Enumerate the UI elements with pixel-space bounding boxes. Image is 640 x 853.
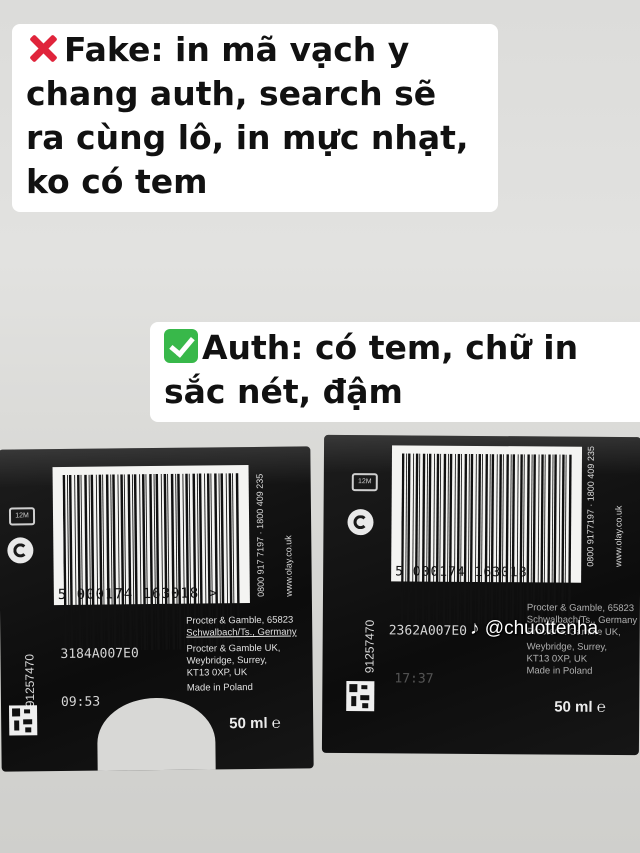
phone-numbers: 0800 9177197 · 1800 409 235 bbox=[585, 446, 597, 567]
side-code: 91257470 bbox=[362, 619, 377, 674]
qr-code bbox=[346, 681, 375, 712]
cross-mark-icon bbox=[26, 31, 60, 65]
time-code: 09:53 bbox=[60, 694, 101, 710]
address-line: Procter & Gamble UK, bbox=[186, 642, 281, 655]
address-line: Schwalbach/Ts., Germany bbox=[186, 626, 297, 639]
check-mark-icon bbox=[164, 329, 198, 363]
address-line: Procter & Gamble, 65823 bbox=[526, 602, 635, 615]
address-line: Weybridge, Surrey, bbox=[526, 641, 608, 653]
address-block: Procter & Gamble, 65823 Schwalbach/Ts., … bbox=[186, 615, 297, 695]
batch-code: 2362A007E0 bbox=[388, 623, 468, 639]
address-line: KT13 0XP, UK bbox=[526, 653, 588, 665]
recycle-icon bbox=[7, 537, 34, 564]
recycle-icon bbox=[347, 509, 374, 536]
barcode-panel: 5 000174 163018 > bbox=[52, 465, 250, 651]
qr-code bbox=[9, 705, 38, 736]
fake-caption-text: Fake: in mã vạch y chang auth, search sẽ… bbox=[26, 30, 469, 201]
batch-code: 3184A007E0 bbox=[60, 646, 139, 663]
website: www.olay.co.uk bbox=[283, 535, 294, 597]
volume-label: 50 ml ℮ bbox=[229, 714, 281, 733]
fake-box: 12M 5 000174 163018 > 0800 917 7197 · 18… bbox=[0, 446, 314, 772]
address-line: Made in Poland bbox=[526, 665, 593, 677]
address-block: Procter & Gamble, 65823 Schwalbach/Ts., … bbox=[526, 602, 637, 678]
barcode-bars bbox=[400, 453, 572, 625]
tiktok-watermark: ♪ @chuottenha bbox=[470, 618, 599, 639]
website: www.olay.co.uk bbox=[613, 505, 624, 567]
pao-jar-icon: 12M bbox=[351, 473, 378, 492]
address-line: Made in Poland bbox=[186, 681, 253, 694]
auth-box: 12M 5 000174 163018 0800 9177197 · 1800 … bbox=[321, 434, 640, 756]
auth-caption-text: Auth: có tem, chữ in sắc nét, đậm bbox=[164, 328, 579, 411]
time-code: 17:37 bbox=[394, 671, 434, 687]
volume-label: 50 ml ℮ bbox=[554, 698, 606, 716]
barcode-number: 5 000174 163018 > bbox=[57, 585, 219, 604]
watermark-handle: @chuottenha bbox=[484, 618, 599, 639]
fake-caption: Fake: in mã vạch y chang auth, search sẽ… bbox=[12, 24, 498, 212]
side-code: 91257470 bbox=[22, 653, 38, 708]
auth-caption: Auth: có tem, chữ in sắc nét, đậm bbox=[150, 322, 640, 422]
address-line: KT13 0XP, UK bbox=[186, 667, 248, 679]
pao-jar-icon: 12M bbox=[8, 507, 36, 526]
barcode-number: 5 000174 163018 bbox=[395, 564, 528, 581]
phone-numbers: 0800 917 7197 · 1800 409 235 bbox=[254, 473, 266, 597]
barcode-panel: 5 000174 163018 bbox=[391, 445, 583, 625]
